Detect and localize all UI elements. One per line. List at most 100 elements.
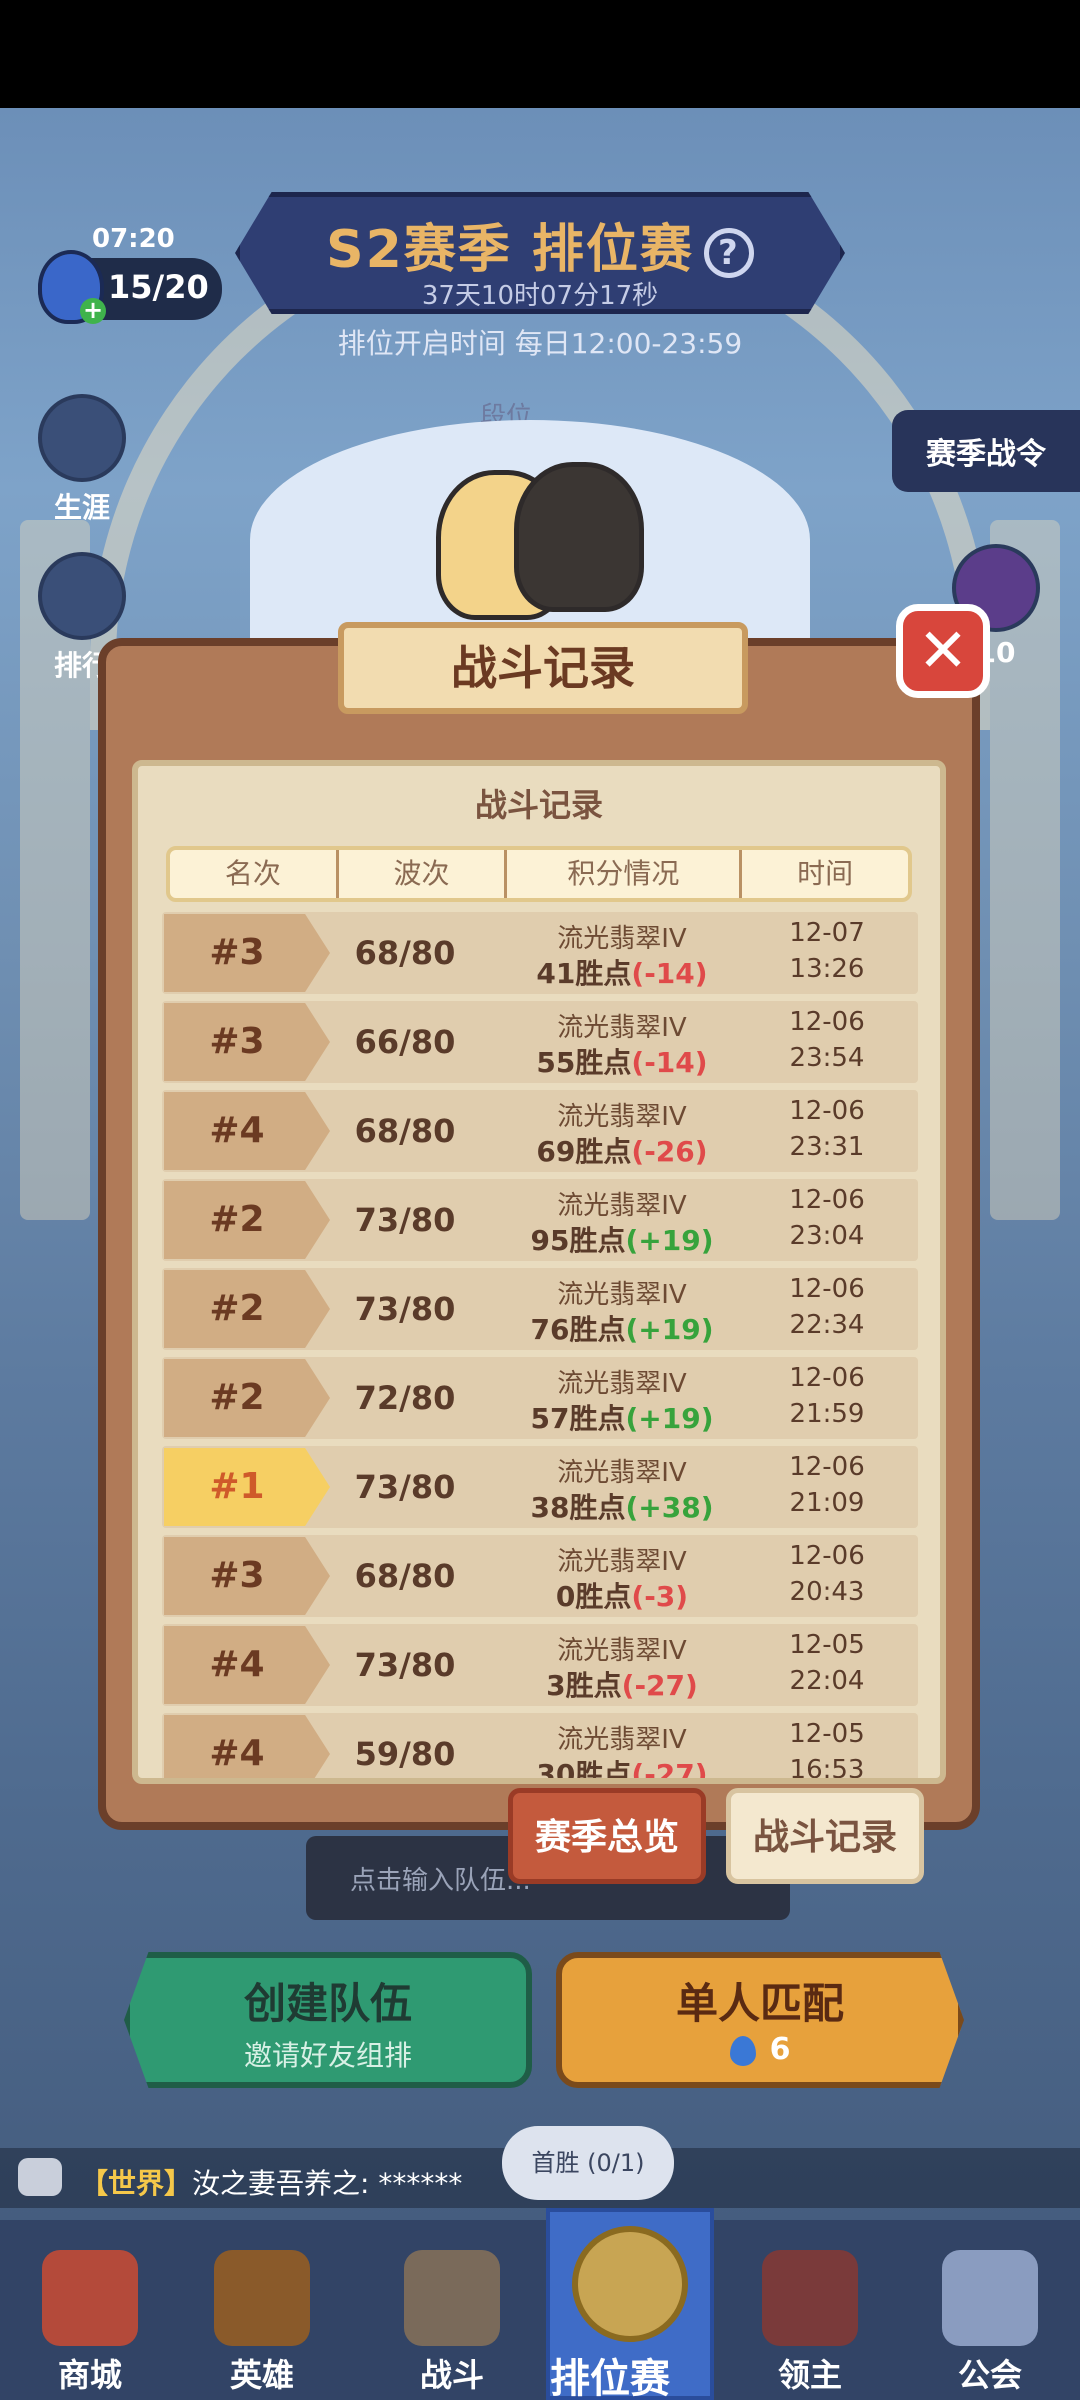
points-delta: (-3) bbox=[631, 1580, 689, 1613]
wave-value: 66/80 bbox=[354, 1023, 456, 1061]
tab-season-overview[interactable]: 赛季总览 bbox=[508, 1788, 706, 1884]
wave-value: 73/80 bbox=[354, 1468, 456, 1506]
chat-channel: 【世界】 bbox=[80, 2167, 193, 2200]
rank-badge: #3 bbox=[164, 1003, 330, 1081]
guild-icon bbox=[942, 2250, 1038, 2346]
date-value: 12-06 bbox=[789, 1363, 865, 1393]
points-delta: (+19) bbox=[625, 1402, 714, 1435]
tier-value: 流光翡翠IV bbox=[557, 1280, 687, 1310]
points-value: 55胜点 bbox=[536, 1046, 632, 1079]
nav-guild[interactable]: 公会 bbox=[900, 2220, 1080, 2400]
date-value: 12-05 bbox=[789, 1630, 865, 1660]
season-timer: 37天10时07分17秒 bbox=[421, 281, 659, 311]
rank-badge: #2 bbox=[164, 1359, 330, 1437]
date-value: 12-06 bbox=[789, 1007, 865, 1037]
plus-icon[interactable]: + bbox=[80, 298, 106, 324]
header-wave: 波次 bbox=[339, 850, 508, 898]
nav-shop[interactable]: 商城 bbox=[0, 2220, 180, 2400]
time-value: 20:43 bbox=[789, 1577, 865, 1607]
date-value: 12-06 bbox=[789, 1452, 865, 1482]
date-value: 12-06 bbox=[789, 1541, 865, 1571]
time-value: 21:59 bbox=[789, 1399, 865, 1429]
create-team-button[interactable]: 创建队伍 邀请好友组排 bbox=[124, 1952, 532, 2088]
first-win-badge: 首胜 (0/1) bbox=[502, 2126, 674, 2200]
time-value: 21:09 bbox=[789, 1488, 865, 1518]
wave-value: 72/80 bbox=[354, 1379, 456, 1417]
season-title: S2赛季 排位赛 bbox=[326, 220, 694, 280]
chat-message: 汝之妻吾养之: ****** bbox=[192, 2167, 463, 2200]
tier-value: 流光翡翠IV bbox=[557, 1102, 687, 1132]
open-time-text: 排位开启时间 每日12:00-23:59 bbox=[337, 327, 743, 360]
tier-value: 流光翡翠IV bbox=[557, 1725, 687, 1755]
nav-lord[interactable]: 领主 bbox=[720, 2220, 900, 2400]
points-delta: (+19) bbox=[625, 1313, 714, 1346]
points-value: 3胜点 bbox=[546, 1669, 622, 1702]
tier-value: 流光翡翠IV bbox=[557, 1636, 687, 1666]
help-icon[interactable]: ? bbox=[703, 228, 754, 278]
wave-value: 73/80 bbox=[354, 1290, 456, 1328]
tier-value: 流光翡翠IV bbox=[557, 1547, 687, 1577]
wave-value: 68/80 bbox=[354, 1112, 456, 1150]
season-pass-button[interactable]: 赛季战令 bbox=[892, 410, 1080, 492]
wave-value: 68/80 bbox=[354, 934, 456, 972]
points-delta: (+19) bbox=[625, 1224, 714, 1257]
points-delta: (-27) bbox=[621, 1669, 698, 1702]
record-row: #3 68/80 流光翡翠IV 0胜点(-3) 12-06 20:43 bbox=[162, 1535, 918, 1617]
panel-title: 战斗记录 bbox=[338, 622, 748, 714]
close-button[interactable]: ✕ bbox=[896, 604, 990, 698]
date-value: 12-06 bbox=[789, 1096, 865, 1126]
points-delta: (-27) bbox=[631, 1758, 708, 1778]
points-value: 69胜点 bbox=[536, 1135, 632, 1168]
solo-match-button[interactable]: 单人匹配 6 bbox=[556, 1952, 964, 2088]
rank-badge: #3 bbox=[164, 1537, 330, 1615]
date-value: 12-05 bbox=[789, 1719, 865, 1749]
points-value: 95胜点 bbox=[530, 1224, 626, 1257]
hero-dark-hair bbox=[514, 462, 644, 612]
stamina-bar[interactable]: + 15/20 bbox=[38, 250, 222, 324]
record-row: #2 73/80 流光翡翠IV 95胜点(+19) 12-06 23:04 bbox=[162, 1179, 918, 1261]
header-time: 时间 bbox=[797, 857, 854, 890]
points-delta: (+38) bbox=[625, 1491, 714, 1524]
rank-badge: #4 bbox=[164, 1092, 330, 1170]
status-bar bbox=[0, 0, 1080, 108]
wave-value: 73/80 bbox=[354, 1201, 456, 1239]
record-row: #4 73/80 流光翡翠IV 3胜点(-27) 12-05 22:04 bbox=[162, 1624, 918, 1706]
date-value: 12-07 bbox=[789, 918, 865, 948]
inner-title: 战斗记录 bbox=[474, 786, 603, 824]
points-delta: (-26) bbox=[631, 1135, 708, 1168]
header-score: 积分情况 bbox=[507, 850, 743, 898]
ranked-icon bbox=[572, 2226, 688, 2342]
tier-value: 流光翡翠IV bbox=[557, 1191, 687, 1221]
record-row: #4 68/80 流光翡翠IV 69胜点(-26) 12-06 23:31 bbox=[162, 1090, 918, 1172]
record-list[interactable]: #3 68/80 流光翡翠IV 41胜点(-14) 12-07 13:26 #3 66/80 流… bbox=[162, 912, 918, 1778]
record-row: #3 66/80 流光翡翠IV 55胜点(-14) 12-06 23:54 bbox=[162, 1001, 918, 1083]
date-value: 12-06 bbox=[789, 1274, 865, 1304]
leaderboard-icon bbox=[38, 552, 126, 640]
solo-match-label: 单人匹配 bbox=[675, 1979, 844, 2028]
points-delta: (-14) bbox=[631, 1046, 708, 1079]
time-value: 16:53 bbox=[789, 1755, 865, 1778]
stamina-text: 15/20 bbox=[108, 268, 209, 306]
time-value: 23:54 bbox=[789, 1043, 865, 1073]
rank-badge: #2 bbox=[164, 1181, 330, 1259]
rank-badge: #4 bbox=[164, 1715, 330, 1778]
record-row: #3 68/80 流光翡翠IV 41胜点(-14) 12-07 13:26 bbox=[162, 912, 918, 994]
points-delta: (-14) bbox=[631, 957, 708, 990]
close-icon: ✕ bbox=[917, 616, 969, 686]
record-row: #1 73/80 流光翡翠IV 38胜点(+38) 12-06 21:09 bbox=[162, 1446, 918, 1528]
lord-icon bbox=[762, 2250, 858, 2346]
nav-ranked[interactable]: 排位赛 bbox=[546, 2208, 714, 2400]
rank-badge: #2 bbox=[164, 1270, 330, 1348]
rank-badge: #4 bbox=[164, 1626, 330, 1704]
table-header: 名次 波次 积分情况 时间 bbox=[166, 846, 912, 902]
time-value: 13:26 bbox=[789, 954, 865, 984]
nav-battle[interactable]: 战斗 bbox=[362, 2220, 542, 2400]
create-team-label: 创建队伍 bbox=[243, 1979, 412, 2028]
nav-heroes[interactable]: 英雄 bbox=[172, 2220, 352, 2400]
tab-battle-record[interactable]: 战斗记录 bbox=[726, 1788, 924, 1884]
tier-value: 流光翡翠IV bbox=[557, 924, 687, 954]
points-value: 76胜点 bbox=[530, 1313, 626, 1346]
career-button[interactable]: 生涯 bbox=[34, 394, 130, 526]
flame-icon bbox=[729, 2035, 756, 2066]
shop-icon bbox=[42, 2250, 138, 2346]
